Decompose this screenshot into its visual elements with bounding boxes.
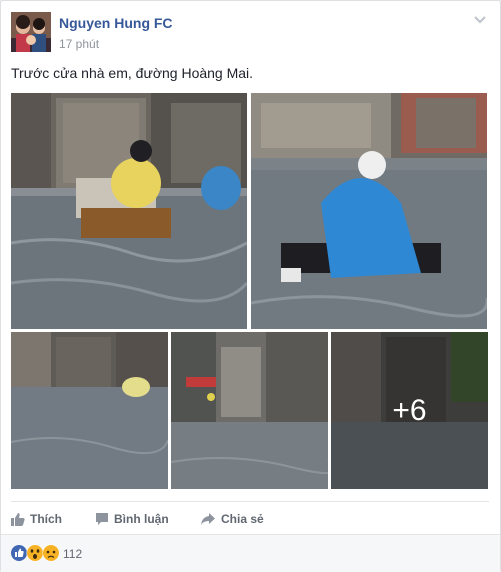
reaction-count[interactable]: 112 <box>63 547 82 561</box>
more-photos-count[interactable]: +6 <box>331 332 488 489</box>
post-photo[interactable] <box>11 332 168 489</box>
comment-icon <box>96 513 108 525</box>
chevron-down-icon[interactable] <box>472 13 488 25</box>
comment-button[interactable]: Bình luận <box>95 511 169 527</box>
post-photo-more[interactable]: +6 <box>331 332 488 489</box>
share-button[interactable]: Chia sẻ <box>200 511 264 527</box>
post-timestamp[interactable]: 17 phút <box>59 37 99 51</box>
comment-label: Bình luận <box>114 512 169 526</box>
post-card: Nguyen Hung FC 17 phút Trước cửa nhà em,… <box>0 0 501 572</box>
post-photo[interactable] <box>171 332 328 489</box>
thumbs-up-icon <box>11 513 25 526</box>
reaction-icons[interactable] <box>11 544 61 562</box>
like-label: Thích <box>30 512 62 526</box>
like-icon <box>11 545 27 561</box>
author-avatar[interactable] <box>11 12 51 52</box>
reactions-bar: 112 <box>1 534 500 572</box>
author-name[interactable]: Nguyen Hung FC <box>59 15 173 31</box>
share-arrow-icon <box>201 513 215 525</box>
post-actions-bar: Thích Bình luận Chia sẻ <box>11 501 489 535</box>
share-label: Chia sẻ <box>221 512 264 526</box>
post-photo[interactable] <box>251 93 487 329</box>
like-button[interactable]: Thích <box>11 511 62 527</box>
wow-icon <box>26 544 44 562</box>
post-photo[interactable] <box>11 93 247 329</box>
sad-icon <box>42 544 60 562</box>
post-text: Trước cửa nhà em, đường Hoàng Mai. <box>11 65 254 81</box>
